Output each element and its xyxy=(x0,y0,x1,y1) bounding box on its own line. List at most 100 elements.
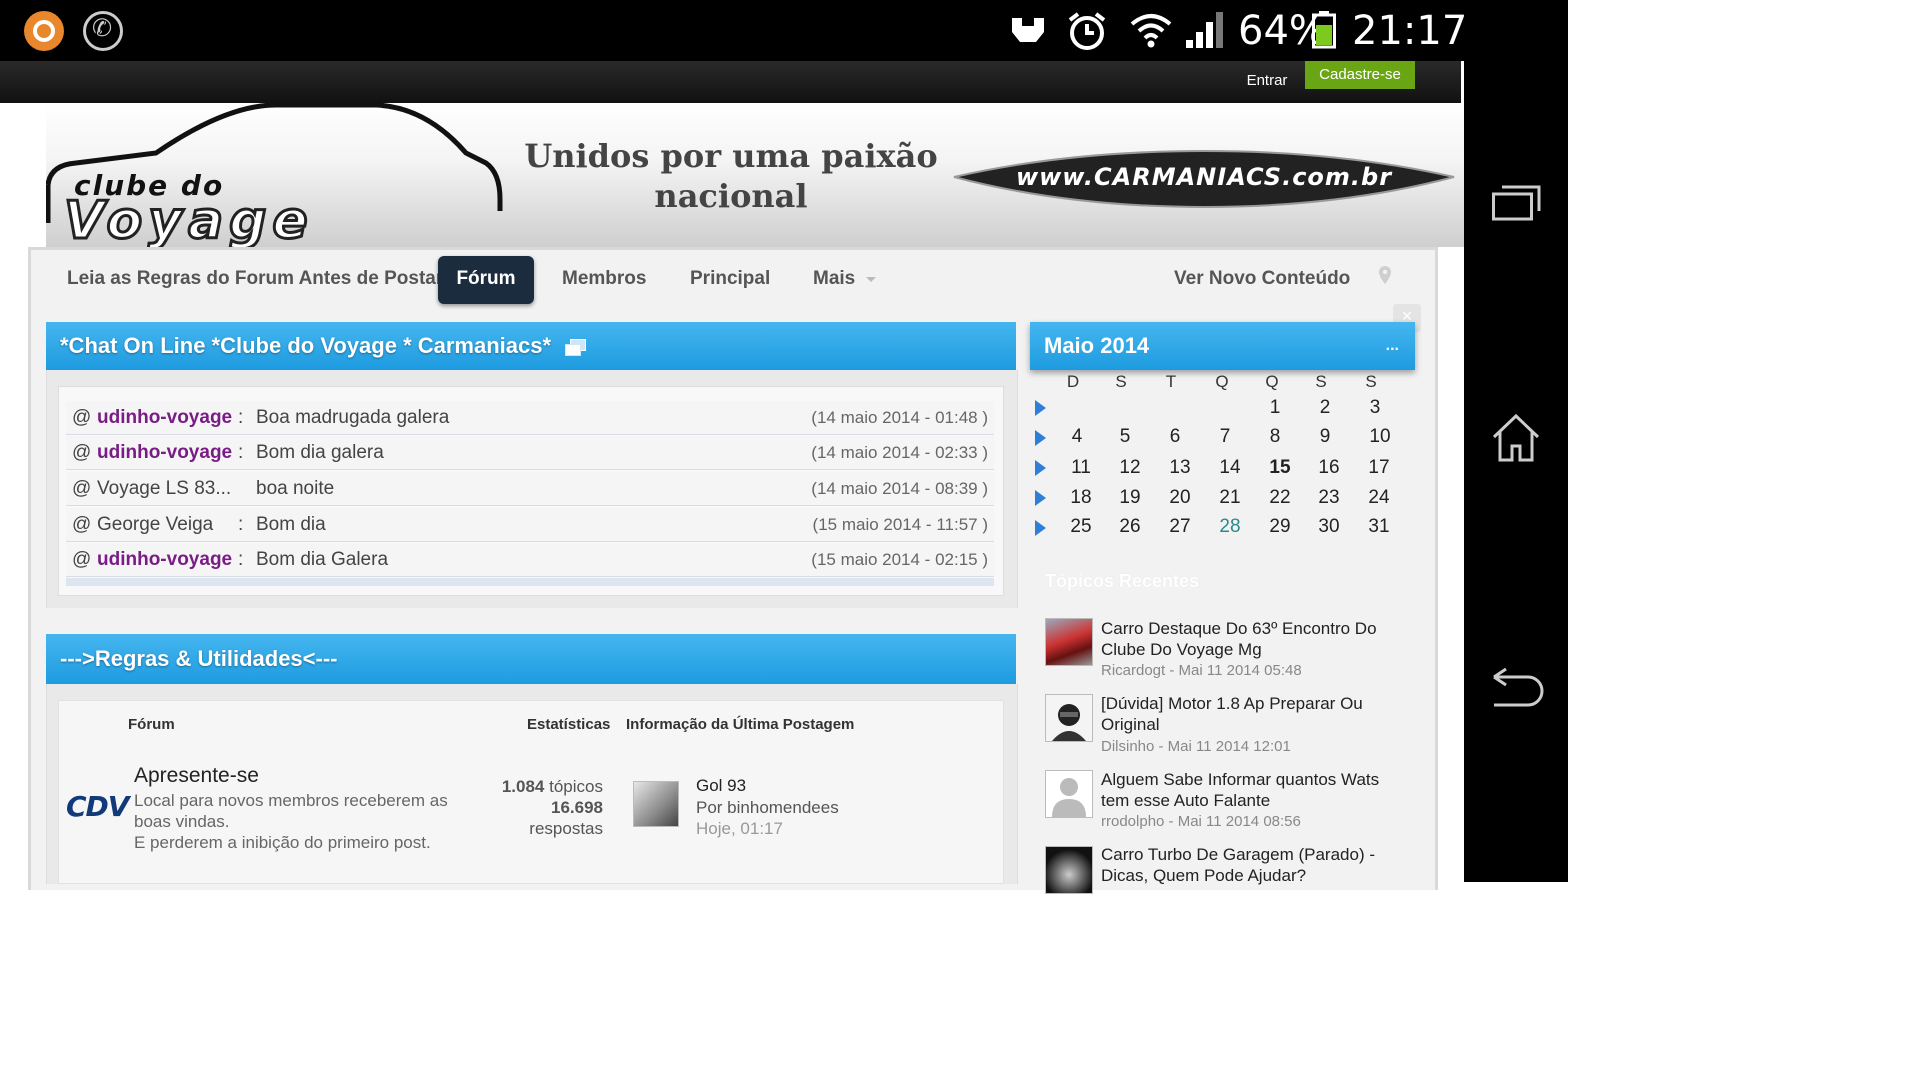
wifi-icon xyxy=(1130,12,1172,48)
calendar-day[interactable]: 30 xyxy=(1312,516,1346,538)
chat-username[interactable]: udinho-voyage xyxy=(97,543,247,576)
topics-label: tópicos xyxy=(549,777,603,796)
page-edge-line xyxy=(1461,61,1464,103)
club-logo[interactable]: clube do Voyage xyxy=(46,103,516,247)
recent-topic-thumbnail[interactable] xyxy=(1045,618,1093,666)
week-arrow-icon[interactable] xyxy=(1035,460,1046,476)
chat-username[interactable]: udinho-voyage xyxy=(97,401,247,434)
forum-description-line: Local para novos membros receberem as xyxy=(134,791,448,810)
site-top-bar: Entrar Cadastre-se xyxy=(0,61,1462,103)
login-link[interactable]: Entrar xyxy=(1230,67,1304,95)
chat-input-strip[interactable] xyxy=(66,578,994,586)
calendar-day[interactable]: 11 xyxy=(1064,457,1098,479)
calendar-month-title: Maio 2014 xyxy=(1044,333,1150,358)
calendar-day[interactable]: 1 xyxy=(1258,397,1292,419)
nav-new-content[interactable]: Ver Novo Conteúdo xyxy=(1174,262,1350,304)
phone-call-icon: ✆ xyxy=(83,11,123,51)
nav-rules[interactable]: Leia as Regras do Forum Antes de Postar xyxy=(67,262,443,304)
register-button[interactable]: Cadastre-se xyxy=(1305,61,1415,89)
calendar-day[interactable]: 10 xyxy=(1363,426,1397,448)
calendar-day-name: S xyxy=(1365,372,1377,391)
last-post-author[interactable]: Por binhomendees xyxy=(696,798,839,818)
recent-topic-thumbnail[interactable] xyxy=(1045,694,1093,742)
replies-stat: 16.698 xyxy=(440,797,603,818)
calendar-day[interactable]: 13 xyxy=(1163,457,1197,479)
chat-username[interactable]: George Veiga xyxy=(97,508,247,541)
week-arrow-icon[interactable] xyxy=(1035,430,1046,446)
calendar-day[interactable]: 22 xyxy=(1263,487,1297,509)
chat-username[interactable]: Voyage LS 83... xyxy=(97,472,247,505)
calendar-day[interactable]: 31 xyxy=(1362,516,1396,538)
chat-message: @ Voyage LS 83... : boa noite (14 maio 2… xyxy=(66,472,994,506)
forum-description-line: E perderem a inibição do primeiro post. xyxy=(134,833,431,852)
week-arrow-icon[interactable] xyxy=(1035,490,1046,506)
calendar-day[interactable]: 17 xyxy=(1362,457,1396,479)
calendar-day[interactable]: 8 xyxy=(1258,426,1292,448)
carmaniacs-logo[interactable]: www.CARMANIACS.com.br xyxy=(948,145,1460,211)
popout-window-icon[interactable] xyxy=(565,339,587,357)
calendar-today[interactable]: 15 xyxy=(1263,457,1297,479)
home-icon[interactable] xyxy=(1490,413,1542,463)
chat-timestamp: (15 maio 2014 - 02:15 ) xyxy=(811,550,988,569)
replies-count: 16.698 xyxy=(551,798,603,817)
chat-at: @ xyxy=(72,442,92,463)
calendar-day[interactable]: 7 xyxy=(1208,426,1242,448)
calendar-day[interactable]: 2 xyxy=(1308,397,1342,419)
calendar-day[interactable]: 19 xyxy=(1113,487,1147,509)
chat-username[interactable]: udinho-voyage xyxy=(97,436,247,469)
battery-icon xyxy=(1312,11,1336,49)
android-navigation-bar xyxy=(1464,61,1568,882)
calendar-day[interactable]: 18 xyxy=(1064,487,1098,509)
calendar-day-highlighted[interactable]: 28 xyxy=(1213,516,1247,538)
calendar-day[interactable]: 12 xyxy=(1113,457,1147,479)
chat-separator: : xyxy=(238,514,244,535)
nav-members[interactable]: Membros xyxy=(562,262,646,304)
location-pin-icon[interactable] xyxy=(1378,265,1392,285)
recent-topic-link[interactable]: Alguem Sabe Informar quantos Wats tem es… xyxy=(1101,769,1401,811)
android-status-bar: ✆ 64% 21:17 xyxy=(0,0,1568,61)
calendar-more-button[interactable]: ... xyxy=(1372,322,1399,370)
calendar-day[interactable]: 5 xyxy=(1108,426,1142,448)
rules-section-header: --->Regras & Utilidades<--- xyxy=(46,634,1016,684)
signal-strength-icon xyxy=(1186,12,1224,48)
calendar-day[interactable]: 25 xyxy=(1064,516,1098,538)
recent-topic-link[interactable]: [Dúvida] Motor 1.8 Ap Preparar Ou Origin… xyxy=(1101,693,1401,735)
forum-name-link[interactable]: Apresente-se xyxy=(134,764,259,788)
back-icon[interactable] xyxy=(1490,665,1546,711)
forum-stats: 1.084 tópicos 16.698 respostas xyxy=(440,776,603,839)
nav-more[interactable]: Mais xyxy=(813,262,855,304)
calendar-day[interactable]: 29 xyxy=(1263,516,1297,538)
calendar-day-name: D xyxy=(1066,372,1080,391)
calendar-day[interactable]: 3 xyxy=(1358,397,1392,419)
calendar-day[interactable]: 9 xyxy=(1308,426,1342,448)
calendar-day[interactable]: 16 xyxy=(1312,457,1346,479)
week-arrow-icon[interactable] xyxy=(1035,400,1046,416)
calendar-day[interactable]: 14 xyxy=(1213,457,1247,479)
last-post-avatar[interactable] xyxy=(633,781,679,827)
nav-forum[interactable]: Fórum xyxy=(438,256,534,304)
chat-at: @ xyxy=(72,549,92,570)
forum-icon-text: CDV xyxy=(66,790,129,823)
week-arrow-icon[interactable] xyxy=(1035,520,1046,536)
calendar-day[interactable]: 4 xyxy=(1060,426,1094,448)
recent-topic-thumbnail[interactable] xyxy=(1045,846,1093,894)
recent-topic-meta: Dilsinho - Mai 11 2014 12:01 xyxy=(1101,738,1291,755)
chat-separator: : xyxy=(238,549,244,570)
calendar-day[interactable]: 26 xyxy=(1113,516,1147,538)
banner-slogan-line2: nacional xyxy=(654,177,808,215)
recent-topic-link[interactable]: Carro Destaque Do 63º Encontro Do Clube … xyxy=(1101,618,1401,660)
chat-text: Bom dia galera xyxy=(256,442,384,463)
calendar-day[interactable]: 21 xyxy=(1213,487,1247,509)
calendar-day[interactable]: 27 xyxy=(1163,516,1197,538)
calendar-day[interactable]: 6 xyxy=(1158,426,1192,448)
recent-apps-icon[interactable] xyxy=(1492,183,1542,223)
recent-topic-link[interactable]: Carro Turbo De Garagem (Parado) - Dicas,… xyxy=(1101,844,1401,886)
logo-bottom-text: Voyage xyxy=(63,190,314,248)
calendar-day[interactable]: 24 xyxy=(1362,487,1396,509)
nav-main[interactable]: Principal xyxy=(690,262,770,304)
calendar-day[interactable]: 20 xyxy=(1163,487,1197,509)
usb-debug-icon xyxy=(1008,14,1048,48)
last-post-title-link[interactable]: Gol 93 xyxy=(696,776,746,796)
calendar-day[interactable]: 23 xyxy=(1312,487,1346,509)
recent-topic-thumbnail[interactable] xyxy=(1045,770,1093,818)
